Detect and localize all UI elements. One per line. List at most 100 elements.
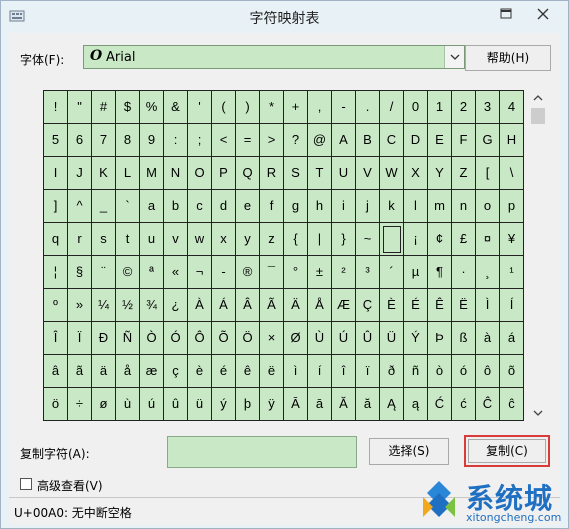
character-cell[interactable]: + [284,91,308,124]
advanced-view-checkbox[interactable] [20,478,32,490]
character-cell[interactable]: - [212,256,236,289]
character-cell[interactable]: ý [212,388,236,421]
character-cell[interactable]: Ê [428,289,452,322]
character-cell[interactable]: À [188,289,212,322]
character-cell[interactable]: Z [452,157,476,190]
restore-icon[interactable] [493,4,519,24]
character-cell[interactable]: Ì [476,289,500,322]
arrow-down-icon[interactable] [533,409,543,417]
character-cell[interactable]: d [212,190,236,223]
character-cell[interactable]: H [500,124,524,157]
character-cell[interactable]: p [500,190,524,223]
character-cell[interactable]: ¾ [140,289,164,322]
character-cell[interactable]: ă [356,388,380,421]
character-cell[interactable]: } [332,223,356,256]
character-cell[interactable]: n [452,190,476,223]
character-cell[interactable]: à [476,322,500,355]
character-cell[interactable]: ½ [116,289,140,322]
character-cell[interactable]: ; [188,124,212,157]
character-cell[interactable]: é [212,355,236,388]
copy-characters-input[interactable] [167,436,357,468]
character-cell[interactable]: í [308,355,332,388]
character-cell[interactable]: ¹ [500,256,524,289]
character-cell[interactable]: ( [212,91,236,124]
character-cell[interactable]: 1 [428,91,452,124]
character-cell[interactable]: · [452,256,476,289]
character-cell[interactable]: ¶ [428,256,452,289]
character-cell[interactable]: ï [356,355,380,388]
character-cell[interactable]: ù [116,388,140,421]
character-cell[interactable]: Ù [308,322,332,355]
character-cell[interactable]: ` [116,190,140,223]
character-cell[interactable]: Ú [332,322,356,355]
character-cell[interactable]: f [260,190,284,223]
character-cell[interactable]: Ý [404,322,428,355]
character-cell[interactable]: Ð [92,322,116,355]
character-cell[interactable]: Ø [284,322,308,355]
character-cell[interactable]: ± [308,256,332,289]
help-button[interactable]: 帮助(H) [465,45,551,71]
character-cell[interactable]: § [68,256,92,289]
character-cell[interactable]: 3 [476,91,500,124]
character-cell[interactable]: î [332,355,356,388]
character-cell[interactable]: ª [140,256,164,289]
character-cell[interactable]: ĉ [500,388,524,421]
character-cell[interactable]: D [404,124,428,157]
character-cell[interactable]: e [236,190,260,223]
character-cell[interactable]: û [164,388,188,421]
character-cell[interactable]: P [212,157,236,190]
character-cell[interactable]: æ [140,355,164,388]
advanced-view-label[interactable]: 高级查看(V) [37,477,103,494]
character-cell[interactable]: O [188,157,212,190]
character-cell[interactable]: s [92,223,116,256]
character-cell[interactable]: V [356,157,380,190]
character-cell[interactable]: è [188,355,212,388]
character-cell[interactable]: Æ [332,289,356,322]
character-cell[interactable]: â [44,355,68,388]
character-cell[interactable]: I [44,157,68,190]
character-cell[interactable]: Y [428,157,452,190]
scrollbar-thumb[interactable] [531,108,545,124]
character-cell[interactable]: ą [404,388,428,421]
character-cell[interactable]: [ [476,157,500,190]
character-cell[interactable]: # [92,91,116,124]
character-cell[interactable]: t [116,223,140,256]
character-cell[interactable]: ¤ [476,223,500,256]
copy-button[interactable]: 复制(C) [464,435,550,467]
character-cell[interactable]: Ĉ [476,388,500,421]
character-cell[interactable]: 8 [116,124,140,157]
character-cell[interactable]: m [428,190,452,223]
character-cell[interactable]: ¼ [92,289,116,322]
character-cell[interactable]: y [236,223,260,256]
character-cell[interactable]: ³ [356,256,380,289]
character-cell[interactable]: M [140,157,164,190]
character-cell[interactable]: ¥ [500,223,524,256]
character-cell[interactable]: ¯ [260,256,284,289]
character-cell[interactable]: x [212,223,236,256]
character-cell[interactable]: ÷ [68,388,92,421]
character-cell[interactable]: 0 [404,91,428,124]
character-cell[interactable]: 4 [500,91,524,124]
character-cell[interactable]: Ą [380,388,404,421]
character-cell[interactable]: Ü [380,322,404,355]
character-cell[interactable]: $ [116,91,140,124]
character-cell[interactable]: 9 [140,124,164,157]
character-cell[interactable]: \ [500,157,524,190]
character-cell[interactable]: * [260,91,284,124]
character-cell[interactable]: % [140,91,164,124]
font-select[interactable]: O Arial [83,45,465,69]
character-cell[interactable]: Í [500,289,524,322]
character-cell[interactable] [380,223,404,256]
character-cell[interactable]: C [380,124,404,157]
character-cell[interactable]: Ö [236,322,260,355]
character-cell[interactable]: l [404,190,428,223]
character-cell[interactable]: 5 [44,124,68,157]
character-cell[interactable]: « [164,256,188,289]
title-bar[interactable]: 字符映射表 [1,1,568,33]
character-cell[interactable]: º [44,289,68,322]
character-cell[interactable]: _ [92,190,116,223]
character-cell[interactable]: þ [236,388,260,421]
character-cell[interactable]: ê [236,355,260,388]
character-cell[interactable]: ć [452,388,476,421]
character-cell[interactable]: õ [500,355,524,388]
